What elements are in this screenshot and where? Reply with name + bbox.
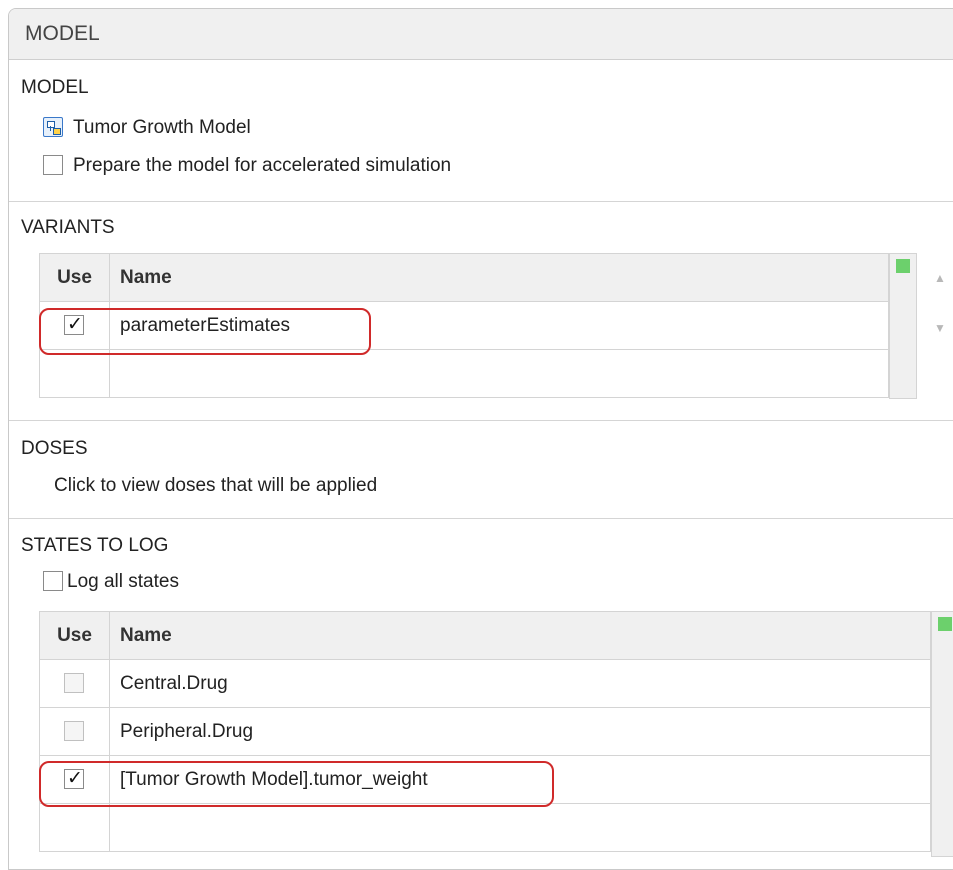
variants-scrollbar[interactable] [889, 253, 917, 399]
state-use-cell[interactable] [39, 659, 110, 708]
panel-header-title: MODEL [25, 22, 100, 45]
model-name: Tumor Growth Model [73, 117, 251, 138]
variant-use-checkbox[interactable]: ✓ [64, 314, 84, 335]
table-row[interactable]: Central.Drug [39, 659, 931, 708]
status-indicator-icon [896, 259, 910, 273]
state-use-cell[interactable] [39, 707, 110, 756]
table-row[interactable]: ✓ parameterEstimates [39, 301, 889, 350]
accelerate-checkbox[interactable] [43, 155, 63, 175]
variants-section-title: VARIANTS [21, 217, 115, 238]
variant-use-cell[interactable]: ✓ [39, 301, 110, 350]
log-all-states-label: Log all states [67, 571, 179, 592]
variants-col-name[interactable]: Name [109, 253, 889, 302]
state-use-checkbox[interactable]: ✓ [64, 768, 84, 789]
states-col-use[interactable]: Use [39, 611, 110, 660]
move-up-arrow-icon[interactable]: ▲ [934, 271, 946, 285]
states-header-row: Use Name [39, 611, 931, 660]
model-panel: MODEL MODEL Tumor Growth Model Prepare t… [8, 8, 953, 870]
section-divider [9, 420, 953, 421]
state-use-cell[interactable] [39, 803, 110, 852]
checkmark-icon: ✓ [67, 768, 83, 789]
state-use-checkbox[interactable] [64, 673, 84, 693]
state-name-cell[interactable] [109, 803, 931, 852]
accelerate-label: Prepare the model for accelerated simula… [73, 155, 452, 176]
variant-name-cell[interactable]: parameterEstimates [109, 301, 889, 350]
doses-section-title: DOSES [21, 438, 88, 459]
states-scrollbar[interactable] [931, 611, 953, 857]
status-indicator-icon [938, 617, 952, 631]
section-divider [9, 518, 953, 519]
table-row[interactable] [39, 803, 931, 852]
variant-use-cell[interactable] [39, 349, 110, 398]
state-use-cell[interactable]: ✓ [39, 755, 110, 804]
states-col-name[interactable]: Name [109, 611, 931, 660]
table-row[interactable]: Peripheral.Drug [39, 707, 931, 756]
state-name-cell[interactable]: [Tumor Growth Model].tumor_weight [109, 755, 931, 804]
variants-col-use[interactable]: Use [39, 253, 110, 302]
table-row[interactable] [39, 349, 889, 398]
panel-header[interactable]: MODEL [9, 9, 953, 60]
variant-name-cell[interactable] [109, 349, 889, 398]
doses-hint-link[interactable]: Click to view doses that will be applied [54, 475, 377, 497]
state-name-cell[interactable]: Central.Drug [109, 659, 931, 708]
model-section-title: MODEL [21, 77, 89, 98]
variants-header-row: Use Name [39, 253, 889, 302]
variants-table: Use Name ✓ parameterEstimates [39, 253, 889, 398]
table-row[interactable]: ✓ [Tumor Growth Model].tumor_weight [39, 755, 931, 804]
log-all-states-checkbox[interactable] [43, 571, 63, 591]
checkmark-icon: ✓ [67, 314, 83, 335]
move-down-arrow-icon[interactable]: ▼ [934, 321, 946, 335]
state-name-cell[interactable]: Peripheral.Drug [109, 707, 931, 756]
state-use-checkbox[interactable] [64, 721, 84, 741]
states-section-title: STATES TO LOG [21, 535, 169, 556]
section-divider [9, 201, 953, 202]
model-icon [43, 117, 63, 137]
states-table: Use Name Central.Drug Peripheral.Drug ✓ … [39, 611, 931, 852]
